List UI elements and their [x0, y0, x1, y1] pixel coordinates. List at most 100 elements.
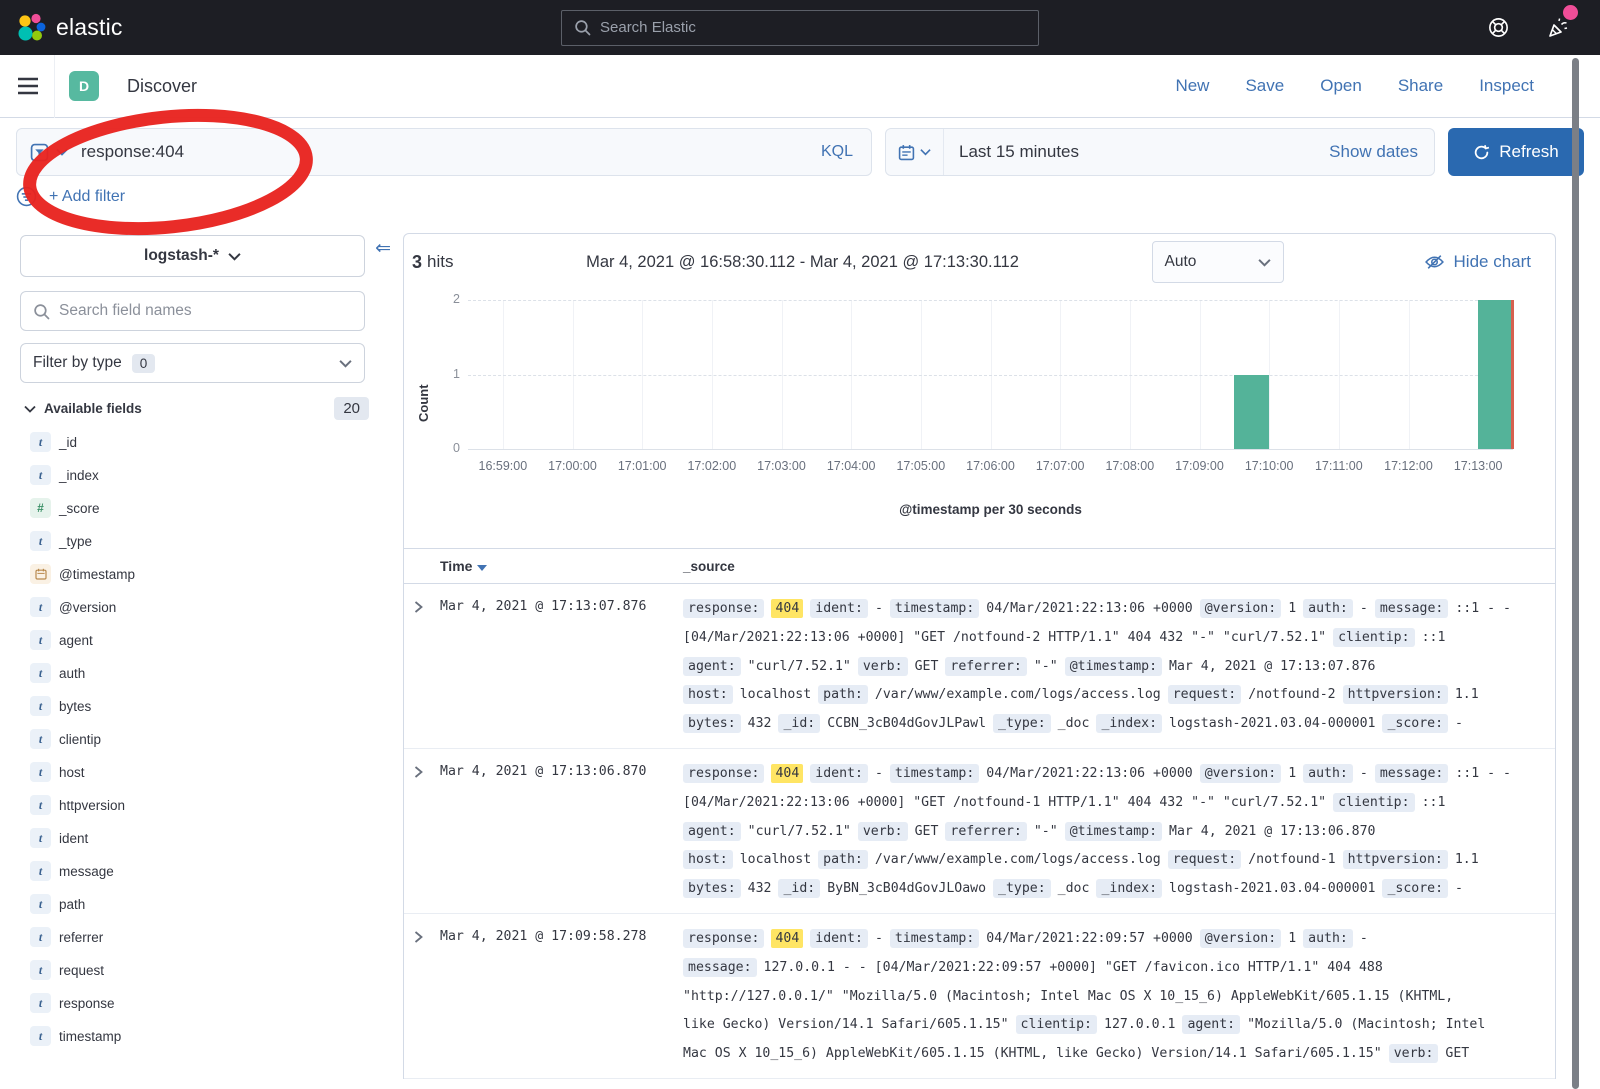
- field-value: logstash-2021.03.04-000001: [1169, 716, 1375, 731]
- field-list: t_idt_index#_scoret_type@timestampt@vers…: [20, 432, 397, 1046]
- date-type-icon: [30, 564, 51, 584]
- text-type-icon: t: [30, 630, 51, 650]
- field-item-response[interactable]: tresponse: [30, 993, 397, 1013]
- refresh-button[interactable]: Refresh: [1448, 128, 1584, 176]
- field-badge: auth:: [1303, 764, 1353, 783]
- time-range-value[interactable]: Last 15 minutes: [944, 142, 1329, 162]
- query-input[interactable]: response:404: [81, 142, 803, 162]
- field-value: 04/Mar/2021:22:13:06 +0000: [986, 766, 1192, 781]
- hide-chart-button[interactable]: Hide chart: [1424, 252, 1531, 272]
- filter-by-type-select[interactable]: Filter by type 0: [20, 343, 365, 383]
- nav-action-inspect[interactable]: Inspect: [1479, 76, 1534, 96]
- field-value: 432: [748, 881, 772, 896]
- histogram-bar[interactable]: [1478, 300, 1513, 449]
- chart-gridline: [468, 300, 1513, 301]
- field-item-path[interactable]: tpath: [30, 894, 397, 914]
- nav-action-save[interactable]: Save: [1245, 76, 1284, 96]
- text-type-icon: t: [30, 894, 51, 914]
- newsfeed-icon[interactable]: [1546, 16, 1570, 40]
- field-item-auth[interactable]: tauth: [30, 663, 397, 683]
- field-value: Mar 4, 2021 @ 17:13:06.870: [1169, 824, 1375, 839]
- field-item-clientip[interactable]: tclientip: [30, 729, 397, 749]
- add-filter-button[interactable]: + Add filter: [49, 188, 125, 206]
- field-value: 127.0.0.1 - - [04/Mar/2021:22:09:57 +000…: [764, 960, 1383, 975]
- field-value: /notfound-2: [1248, 687, 1335, 702]
- field-item-agent[interactable]: tagent: [30, 630, 397, 650]
- text-type-icon: t: [30, 696, 51, 716]
- index-pattern-selector[interactable]: logstash-*: [20, 235, 365, 277]
- nav-action-share[interactable]: Share: [1398, 76, 1443, 96]
- hits-label: hits: [427, 252, 453, 272]
- field-badge: httpversion:: [1343, 685, 1448, 704]
- field-item-_index[interactable]: t_index: [30, 465, 397, 485]
- highlight-value: 404: [771, 929, 803, 948]
- field-value: ::1 - -: [1455, 601, 1511, 616]
- field-item-referrer[interactable]: treferrer: [30, 927, 397, 947]
- field-value: 1.1: [1455, 852, 1479, 867]
- field-item-@timestamp[interactable]: @timestamp: [30, 564, 397, 584]
- page-scrollbar[interactable]: [1572, 58, 1579, 1089]
- x-tick-label: 17:12:00: [1373, 459, 1445, 473]
- nav-action-new[interactable]: New: [1175, 76, 1209, 96]
- field-name: timestamp: [59, 1029, 121, 1044]
- calendar-icon: [898, 144, 915, 161]
- available-fields-header[interactable]: Available fields 20: [24, 397, 369, 420]
- help-icon[interactable]: [1487, 16, 1510, 39]
- x-tick-label: 17:11:00: [1303, 459, 1375, 473]
- discover-main-panel: 3 hits Mar 4, 2021 @ 16:58:30.112 - Mar …: [403, 233, 1556, 1079]
- chevron-down-icon: [920, 148, 931, 156]
- elastic-logo[interactable]: elastic: [16, 13, 123, 43]
- field-item-_id[interactable]: t_id: [30, 432, 397, 452]
- table-row: Mar 4, 2021 @ 17:13:06.870response:404id…: [404, 749, 1555, 914]
- expand-row-icon[interactable]: [404, 925, 440, 1069]
- field-item-message[interactable]: tmessage: [30, 861, 397, 881]
- field-item-host[interactable]: thost: [30, 762, 397, 782]
- text-type-icon: t: [30, 861, 51, 881]
- field-value: localhost: [740, 687, 811, 702]
- expand-row-icon[interactable]: [404, 595, 440, 739]
- discover-app-badge: D: [69, 71, 99, 101]
- menu-hamburger-icon[interactable]: [16, 76, 40, 96]
- show-dates-button[interactable]: Show dates: [1329, 142, 1434, 162]
- global-search-input[interactable]: Search Elastic: [561, 10, 1039, 46]
- x-tick-label: 17:01:00: [606, 459, 678, 473]
- available-fields-count-badge: 20: [334, 397, 369, 420]
- sort-desc-icon[interactable]: [477, 565, 487, 571]
- field-item-ident[interactable]: tident: [30, 828, 397, 848]
- field-item-bytes[interactable]: tbytes: [30, 696, 397, 716]
- x-tick-label: 17:02:00: [676, 459, 748, 473]
- field-item-@version[interactable]: t@version: [30, 597, 397, 617]
- app-navbar: D Discover NewSaveOpenShareInspect: [0, 55, 1600, 118]
- query-language-button[interactable]: KQL: [803, 143, 871, 161]
- text-type-icon: t: [30, 465, 51, 485]
- nav-action-open[interactable]: Open: [1320, 76, 1362, 96]
- field-name: _type: [59, 534, 92, 549]
- histogram-chart: Count 16:59:0017:00:0017:01:0017:02:0017…: [412, 292, 1545, 532]
- field-badge: ident:: [810, 599, 868, 618]
- field-item-timestamp[interactable]: ttimestamp: [30, 1026, 397, 1046]
- quick-select-menu[interactable]: [886, 129, 944, 175]
- text-type-icon: t: [30, 531, 51, 551]
- field-item-request[interactable]: trequest: [30, 960, 397, 980]
- field-item-_type[interactable]: t _type: [30, 531, 397, 551]
- field-name: referrer: [59, 930, 103, 945]
- field-badge: httpversion:: [1343, 850, 1448, 869]
- field-value: 04/Mar/2021:22:09:57 +0000: [986, 931, 1192, 946]
- saved-query-menu[interactable]: [17, 143, 81, 162]
- field-search-input[interactable]: Search field names: [20, 291, 365, 331]
- histogram-bar[interactable]: [1234, 375, 1269, 450]
- column-header-time[interactable]: Time: [440, 558, 683, 574]
- filter-menu-icon[interactable]: [16, 186, 37, 207]
- field-name: bytes: [59, 699, 91, 714]
- x-tick-label: 17:05:00: [885, 459, 957, 473]
- query-input-group: response:404 KQL: [16, 128, 872, 176]
- collapse-sidebar-icon[interactable]: ⇐: [375, 237, 391, 260]
- y-tick-label: 2: [442, 292, 460, 306]
- x-tick-label: 17:08:00: [1094, 459, 1166, 473]
- interval-select[interactable]: Auto: [1152, 241, 1284, 283]
- field-value: 04/Mar/2021:22:13:06 +0000: [986, 601, 1192, 616]
- expand-row-icon[interactable]: [404, 760, 440, 904]
- field-item-httpversion[interactable]: thttpversion: [30, 795, 397, 815]
- field-value: "http://127.0.0.1/" "Mozilla/5.0 (Macint…: [683, 989, 1453, 1004]
- field-item-_score[interactable]: #_score: [30, 498, 397, 518]
